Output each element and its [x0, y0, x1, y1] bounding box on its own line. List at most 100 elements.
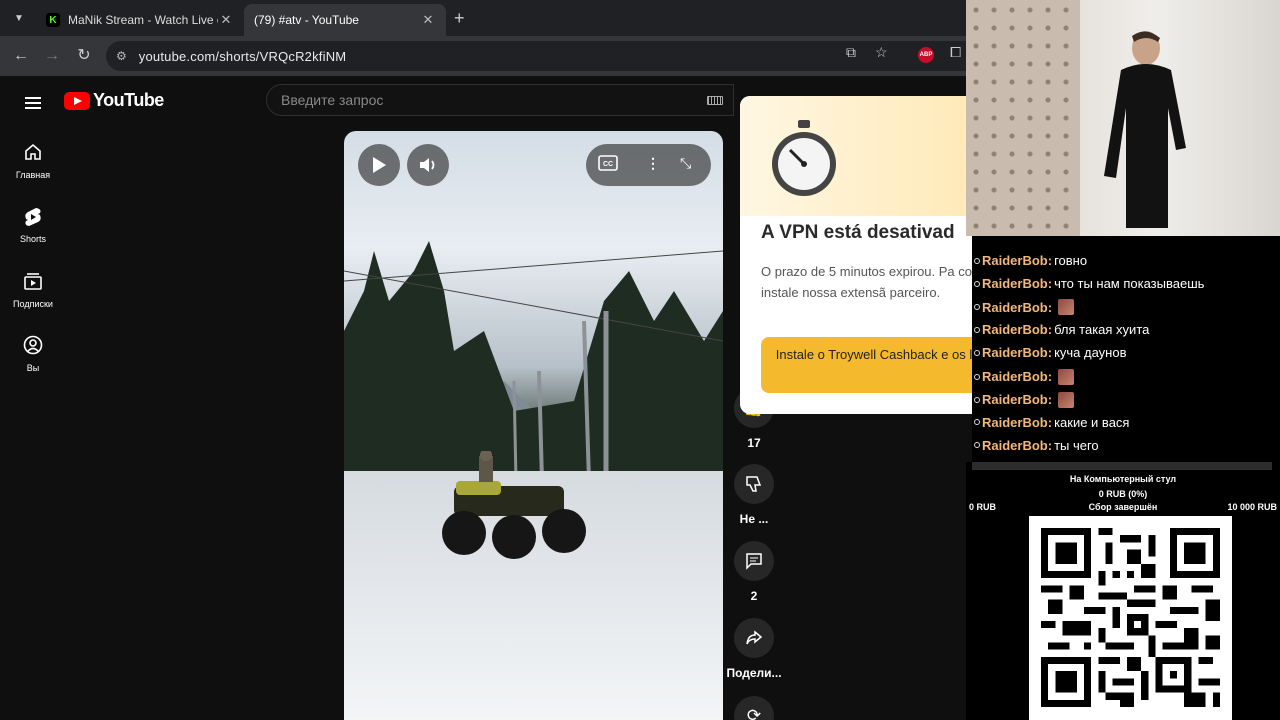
new-tab-button[interactable]: + — [454, 8, 465, 29]
reload-icon[interactable]: ↻ — [74, 46, 94, 66]
sidebar-item-label: Shorts — [19, 234, 46, 244]
chat-text: куча даунов — [1054, 345, 1127, 361]
remix-icon[interactable]: ⟳ — [734, 696, 774, 720]
account-icon — [0, 335, 66, 359]
subscriptions-icon — [0, 271, 66, 295]
home-icon — [0, 142, 66, 166]
adblock-extension-icon[interactable]: ABP — [918, 47, 934, 63]
comments-action[interactable]: 2 — [726, 541, 782, 603]
site-info-icon[interactable]: ⚙ — [116, 49, 127, 63]
comment-count: 2 — [750, 589, 758, 603]
goal-progress-bar — [972, 462, 1272, 470]
tab-kick-stream[interactable]: K MaNik Stream - Watch Live on ✕ — [36, 4, 244, 36]
dislike-action[interactable]: Не ... — [726, 464, 782, 526]
stopwatch-icon — [772, 120, 836, 196]
chat-badge-icon — [974, 349, 980, 356]
chat-emote-icon — [1058, 299, 1075, 316]
chat-badge-icon — [974, 396, 980, 403]
address-bar[interactable]: ⚙ youtube.com/shorts/VRQcR2kfiNM — [106, 41, 966, 71]
chat-text: бля такая хуита — [1054, 322, 1150, 338]
chat-emote-icon — [1058, 391, 1075, 408]
menu-icon[interactable] — [25, 94, 41, 112]
captions-icon[interactable]: CC — [598, 155, 618, 174]
search-box[interactable] — [266, 84, 734, 116]
goal-title: На Компьютерный стул — [1069, 474, 1177, 484]
logo-text: YouTube — [93, 90, 164, 110]
chat-message: RaiderBob: бля такая хуита — [974, 322, 1149, 337]
goal-summary: 0 RUB (0%) — [1098, 489, 1148, 499]
chat-message: RaiderBob: ты чего — [974, 438, 1099, 453]
sidebar-item-label: Вы — [26, 363, 40, 373]
qr-code-image — [1041, 528, 1220, 707]
stream-chat: RaiderBob: говно RaiderBob: что ты нам пока… — [972, 236, 1280, 462]
chat-username[interactable]: RaiderBob: — [982, 300, 1052, 315]
sidebar-item-home[interactable]: Главная — [0, 142, 66, 180]
fullscreen-icon[interactable]: ⤡ — [680, 155, 691, 172]
chat-message: RaiderBob: — [974, 368, 1075, 385]
streamer-webcam-image — [1104, 31, 1186, 228]
sidebar-item-label: Главная — [15, 170, 51, 180]
close-tab-icon[interactable]: ✕ — [218, 12, 234, 28]
chat-badge-icon — [974, 442, 980, 449]
forward-icon[interactable]: → — [42, 46, 62, 66]
keyboard-icon[interactable] — [707, 96, 723, 105]
volume-button[interactable] — [407, 144, 449, 186]
cam-wallpaper — [966, 0, 1080, 236]
short-video-player[interactable]: CC ⋮ ⤡ — [344, 131, 723, 720]
chat-username[interactable]: RaiderBob: — [982, 345, 1052, 360]
chat-message: RaiderBob: что ты нам показываешь — [974, 276, 1204, 291]
donation-qr-code[interactable] — [1029, 516, 1232, 720]
extensions-icon[interactable]: ⧠ — [950, 44, 961, 61]
play-button[interactable] — [358, 144, 400, 186]
dislike-label: Не ... — [739, 512, 769, 526]
chat-username[interactable]: RaiderBob: — [982, 415, 1052, 430]
bookmark-star-icon[interactable]: ☆ — [875, 44, 888, 61]
chat-message: RaiderBob: говно — [974, 253, 1087, 268]
browser-toolbar: ← → ↻ ⚙ youtube.com/shorts/VRQcR2kfiNM ⧉… — [0, 36, 966, 76]
install-extension-button[interactable]: Instale o Troywell Cashback e os limites — [761, 337, 980, 393]
popup-body: O prazo de 5 minutos expirou. Pa continu… — [761, 264, 980, 300]
sidebar-item-you[interactable]: Вы — [0, 335, 66, 373]
tab-search-chevron-icon[interactable]: ▼ — [8, 8, 30, 28]
chat-badge-icon — [974, 280, 980, 287]
chat-username[interactable]: RaiderBob: — [982, 276, 1052, 291]
url-text: youtube.com/shorts/VRQcR2kfiNM — [138, 48, 347, 64]
chat-badge-icon — [974, 326, 980, 333]
chat-username[interactable]: RaiderBob: — [982, 438, 1052, 453]
chat-message: RaiderBob: — [974, 299, 1075, 316]
sidebar-item-shorts[interactable]: Shorts — [0, 206, 66, 244]
sidebar-item-label: Подписки — [13, 299, 53, 309]
atv-vehicle-image — [442, 451, 586, 559]
tab-title: MaNik Stream - Watch Live on — [68, 13, 218, 27]
chat-text: что ты нам показываешь — [1054, 276, 1205, 292]
share-icon[interactable] — [734, 618, 774, 658]
share-action[interactable]: Подели... — [726, 618, 782, 680]
chat-text: какие и вася — [1054, 414, 1130, 430]
webcam-overlay — [966, 0, 1280, 236]
remix-action[interactable]: ⟳ — [726, 696, 782, 720]
kick-favicon-icon: K — [46, 13, 60, 27]
install-app-icon[interactable]: ⧉ — [846, 44, 856, 61]
sidebar-item-subscriptions[interactable]: Подписки — [0, 271, 66, 309]
share-label: Подели... — [726, 666, 782, 680]
comment-icon[interactable] — [734, 541, 774, 581]
youtube-logo[interactable]: YouTube — [64, 90, 164, 111]
more-options-icon[interactable]: ⋮ — [646, 155, 660, 172]
chat-username[interactable]: RaiderBob: — [982, 322, 1052, 337]
vpn-extension-popup: A VPN está desativad O prazo de 5 minuto… — [740, 96, 980, 414]
dislike-icon[interactable] — [734, 464, 774, 504]
chat-username[interactable]: RaiderBob: — [982, 253, 1052, 268]
tab-youtube[interactable]: (79) #atv - YouTube ✕ — [244, 4, 446, 94]
youtube-play-logo-icon — [64, 91, 90, 110]
search-input[interactable] — [281, 92, 681, 108]
close-tab-icon[interactable]: ✕ — [420, 12, 436, 28]
goal-max: 10 000 RUB — [1227, 502, 1277, 512]
chat-username[interactable]: RaiderBob: — [982, 369, 1052, 384]
chat-badge-icon — [974, 419, 980, 426]
like-count: 17 — [747, 436, 761, 450]
svg-text:CC: CC — [603, 161, 613, 168]
chat-username[interactable]: RaiderBob: — [982, 392, 1052, 407]
back-icon[interactable]: ← — [11, 46, 31, 66]
tab-title: (79) #atv - YouTube — [254, 13, 359, 27]
chat-badge-icon — [974, 304, 980, 311]
